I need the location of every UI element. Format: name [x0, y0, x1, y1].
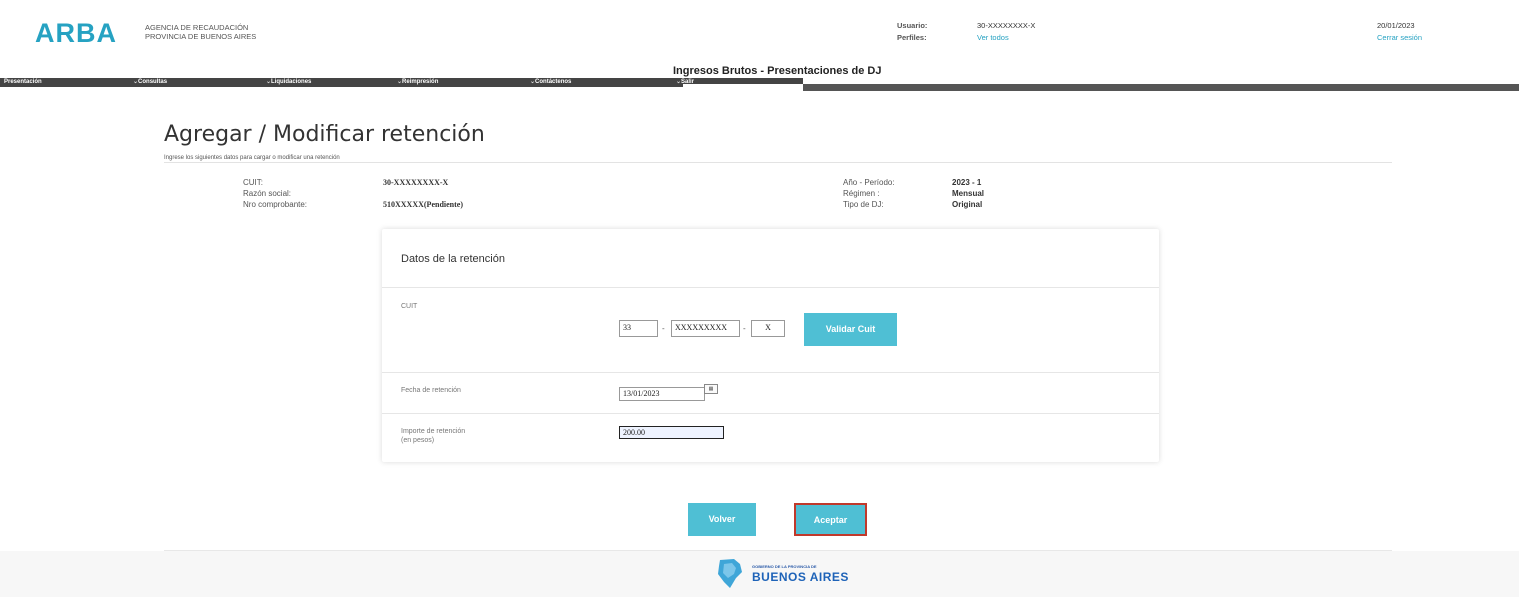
ver-todos-link[interactable]: Ver todos	[977, 33, 1009, 42]
card-title: Datos de la retención	[401, 253, 505, 265]
main-nav: Presentación ⌄Consultas ⌄Liquidaciones ⌄…	[0, 78, 1519, 92]
regimen-value: Mensual	[952, 189, 985, 198]
nav-item-contactenos[interactable]: ⌄Contáctenos	[530, 78, 571, 86]
info-values-left: 30-XXXXXXXX-X 510XXXXX(Pendiente)	[383, 177, 463, 210]
usuario-label: Usuario:	[897, 21, 928, 30]
nav-item-consultas[interactable]: ⌄Consultas	[133, 78, 167, 86]
tipo-dj-value: Original	[952, 200, 983, 209]
info-values-right: 2023 - 1 Mensual Original	[952, 177, 984, 210]
page-title: Agregar / Modificar retención	[164, 122, 485, 147]
nav-item-liquidaciones[interactable]: ⌄Liquidaciones	[266, 78, 311, 86]
footer-province-name: BUENOS AIRES	[752, 570, 849, 584]
importe-field-label: Importe de retención (en pesos)	[401, 428, 466, 444]
retention-card: Datos de la retención CUIT 33 - XXXXXXXX…	[382, 229, 1159, 462]
importe-input[interactable]: 200.00	[619, 426, 724, 439]
system-title: Ingresos Brutos - Presentaciones de DJ	[673, 65, 882, 77]
info-labels-right: Año - Período: Régimen : Tipo de DJ:	[843, 178, 895, 209]
info-labels-left: CUIT: Razón social: Nro comprobante:	[243, 178, 308, 209]
anio-periodo-value: 2023 - 1	[952, 178, 982, 187]
cuit-verifier-input[interactable]: X	[751, 320, 785, 337]
fecha-input[interactable]: 13/01/2023	[619, 387, 705, 401]
aceptar-button[interactable]: Aceptar	[794, 503, 867, 536]
nro-comprobante-value: 510XXXXX(Pendiente)	[383, 200, 463, 209]
cuit-field-label: CUIT	[401, 303, 418, 310]
nav-item-reimpresion[interactable]: ⌄Reimpresión	[397, 78, 438, 86]
page-subtitle: Ingrese los siguientes datos para cargar…	[164, 155, 340, 161]
validar-cuit-button[interactable]: Validar Cuit	[804, 313, 897, 346]
perfiles-label: Perfiles:	[897, 33, 927, 42]
current-date: 20/01/2023	[1377, 21, 1415, 30]
usuario-value: 30-XXXXXXXX-X	[977, 21, 1036, 30]
cuit-value: 30-XXXXXXXX-X	[383, 178, 449, 187]
app-header: ARBA AGENCIA DE RECAUDACIÓN PROVINCIA DE…	[0, 0, 1519, 58]
nav-item-salir[interactable]: ⌄Salir	[676, 78, 694, 86]
fecha-field-label: Fecha de retención	[401, 387, 461, 394]
footer-gov-label: GOBIERNO DE LA PROVINCIA DE	[752, 564, 817, 569]
logout-link[interactable]: Cerrar sesión	[1377, 32, 1422, 44]
calendar-icon[interactable]: ▦	[704, 384, 718, 394]
cuit-prefix-input[interactable]: 33	[619, 320, 658, 337]
arba-logo[interactable]: ARBA	[35, 18, 117, 49]
buenos-aires-map-icon	[718, 559, 742, 588]
agency-name: AGENCIA DE RECAUDACIÓN PROVINCIA DE BUEN…	[145, 23, 257, 41]
title-divider	[164, 162, 1392, 163]
user-info: Usuario: 30-XXXXXXXX-X Perfiles: Ver todos	[897, 20, 1035, 44]
cuit-number-input[interactable]: XXXXXXXXX	[671, 320, 740, 337]
volver-button[interactable]: Volver	[688, 503, 756, 536]
date-block: 20/01/2023 Cerrar sesión	[1377, 20, 1422, 44]
nav-item-presentacion[interactable]: Presentación	[4, 78, 42, 86]
